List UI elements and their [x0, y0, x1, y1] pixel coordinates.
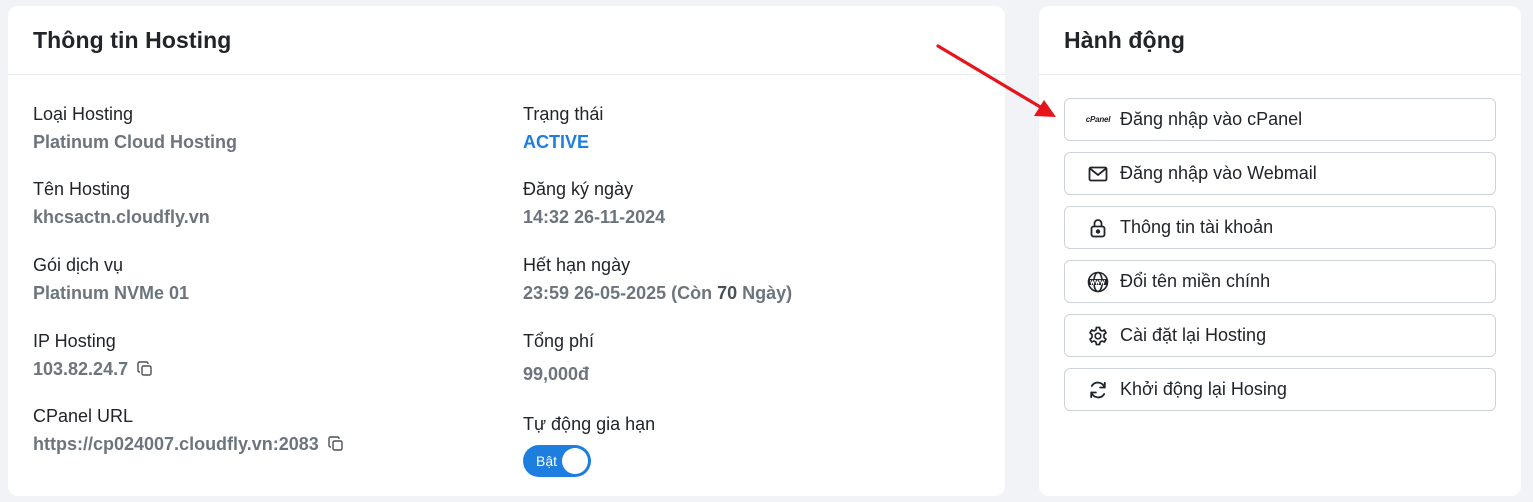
gear-icon — [1086, 324, 1110, 348]
actions-header: Hành động — [1039, 6, 1521, 75]
total-fee-label: Tổng phí — [523, 331, 595, 351]
www-globe-icon — [1086, 270, 1110, 294]
autorenew-label: Tự động gia hạn — [523, 414, 656, 434]
remaining-days: 70 — [717, 283, 738, 303]
total-fee-value: 99,000đ — [523, 364, 590, 384]
ip-hosting-label: IP Hosting — [33, 331, 116, 351]
change-domain-button[interactable]: Đổi tên miền chính — [1064, 260, 1496, 303]
service-plan-label: Gói dịch vụ — [33, 255, 124, 275]
expiry-label: Hết hạn ngày — [523, 255, 631, 275]
cpanel-url-value: https://cp024007.cloudfly.vn:2083 — [33, 434, 319, 454]
expiry-row: 23:59 26-05-2025 (Còn 70 Ngày) — [523, 278, 983, 308]
login-cpanel-label: Đăng nhập vào cPanel — [1120, 109, 1303, 129]
annotation-arrow — [936, 44, 1056, 117]
hosting-type-label: Loại Hosting — [33, 104, 134, 124]
service-plan-value: Platinum NVMe 01 — [33, 283, 190, 303]
status-badge: ACTIVE — [523, 132, 590, 152]
ip-hosting-field: IP Hosting 103.82.24.7 — [33, 328, 153, 384]
account-info-label: Thông tin tài khoản — [1120, 217, 1274, 237]
login-cpanel-button[interactable]: cPanel Đăng nhập vào cPanel — [1064, 98, 1496, 141]
hosting-info-title: Thông tin Hosting — [33, 26, 232, 53]
hosting-info-card: Thông tin Hosting Loại Hosting Platinum … — [8, 6, 1005, 496]
actions-title: Hành động — [1064, 26, 1185, 53]
login-webmail-button[interactable]: Đăng nhập vào Webmail — [1064, 152, 1496, 195]
account-info-button[interactable]: Thông tin tài khoản — [1064, 206, 1496, 249]
copy-icon[interactable] — [328, 436, 344, 452]
expiry-value: 23:59 26-05-2025 — [523, 283, 667, 303]
login-webmail-label: Đăng nhập vào Webmail — [1120, 163, 1317, 183]
hosting-name-label: Tên Hosting — [33, 179, 131, 199]
status-field: Trạng thái ACTIVE — [523, 101, 603, 157]
change-domain-label: Đổi tên miền chính — [1120, 271, 1271, 291]
hosting-type-value: Platinum Cloud Hosting — [33, 132, 237, 152]
cpanel-url-row: https://cp024007.cloudfly.vn:2083 — [33, 429, 493, 459]
ip-hosting-value: 103.82.24.7 — [33, 359, 129, 379]
toggle-knob — [562, 448, 588, 474]
ip-hosting-row: 103.82.24.7 — [33, 354, 153, 384]
service-plan-field: Gói dịch vụ Platinum NVMe 01 — [33, 252, 189, 308]
remaining-suffix: Ngày) — [742, 283, 793, 303]
reinstall-hosting-label: Cài đặt lại Hosting — [1120, 325, 1267, 345]
cpanel-url-field: CPanel URL https://cp024007.cloudfly.vn:… — [33, 403, 493, 459]
mail-icon — [1086, 162, 1110, 186]
autorenew-field: Tự động gia hạn Bật — [523, 411, 655, 477]
hosting-type-field: Loại Hosting Platinum Cloud Hosting — [33, 101, 237, 157]
lock-icon — [1086, 216, 1110, 240]
registered-label: Đăng ký ngày — [523, 179, 634, 199]
remaining-prefix: (Còn — [671, 283, 713, 303]
expiry-field: Hết hạn ngày 23:59 26-05-2025 (Còn 70 Ng… — [523, 252, 983, 308]
registered-field: Đăng ký ngày 14:32 26-11-2024 — [523, 176, 665, 232]
autorenew-toggle[interactable]: Bật — [523, 445, 591, 477]
registered-value: 14:32 26-11-2024 — [523, 207, 666, 227]
cpanel-icon: cPanel — [1085, 108, 1111, 132]
total-fee-field: Tổng phí 99,000đ — [523, 328, 594, 389]
restart-hosting-button[interactable]: Khởi động lại Hosing — [1064, 368, 1496, 411]
cpanel-logo-text: cPanel — [1085, 115, 1111, 124]
actions-card: Hành động cPanel Đăng nhập vào cPanel Đă… — [1039, 6, 1521, 496]
refresh-icon — [1086, 378, 1110, 402]
hosting-name-field: Tên Hosting khcsactn.cloudfly.vn — [33, 176, 210, 232]
hosting-name-value: khcsactn.cloudfly.vn — [33, 207, 210, 227]
reinstall-hosting-button[interactable]: Cài đặt lại Hosting — [1064, 314, 1496, 357]
status-label: Trạng thái — [523, 104, 604, 124]
cpanel-url-label: CPanel URL — [33, 406, 134, 426]
copy-icon[interactable] — [137, 361, 153, 377]
restart-hosting-label: Khởi động lại Hosing — [1120, 379, 1287, 399]
autorenew-toggle-label: Bật — [536, 453, 558, 469]
hosting-info-header: Thông tin Hosting — [8, 6, 1005, 75]
